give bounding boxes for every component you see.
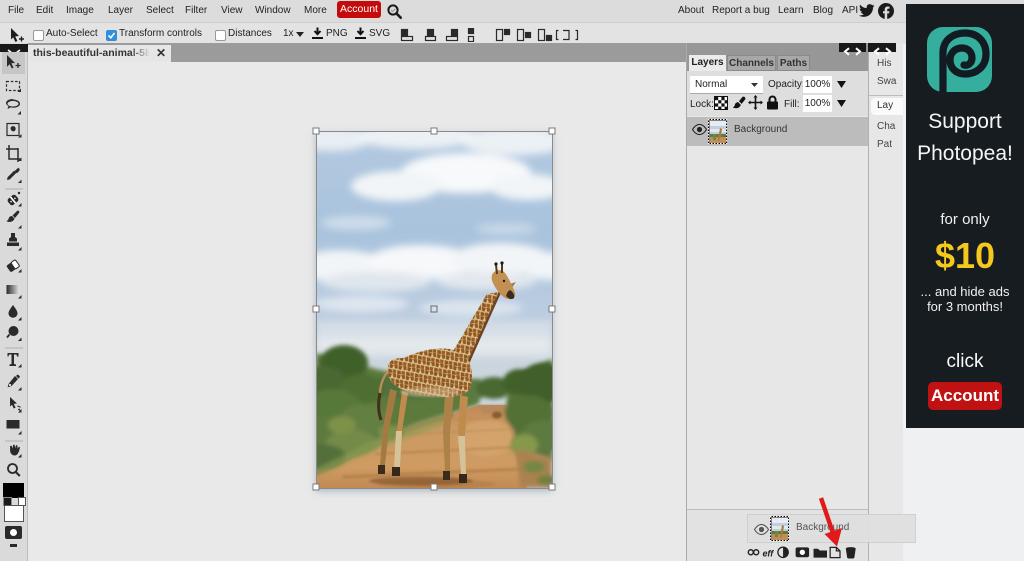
- svg-text:eff: eff: [762, 548, 774, 558]
